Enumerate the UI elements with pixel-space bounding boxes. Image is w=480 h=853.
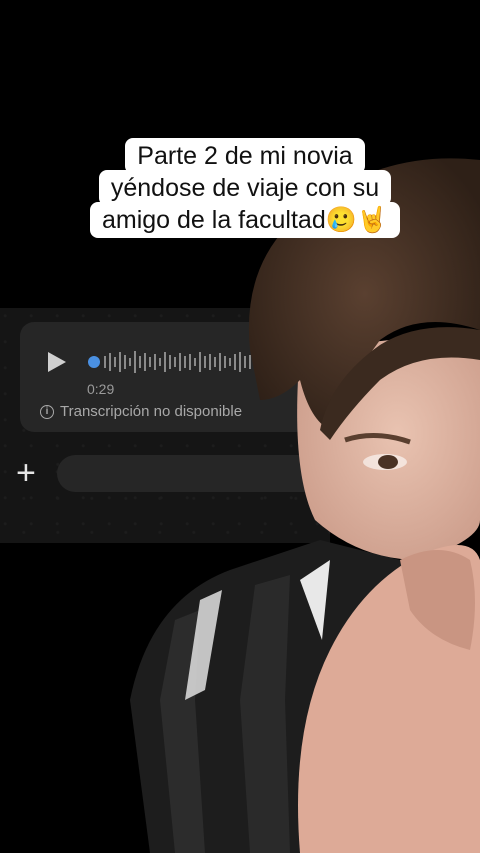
- video-caption: Parte 2 de mi novia yéndose de viaje con…: [60, 138, 430, 238]
- video-frame: 0:29 i Transcripción no disponible + Par…: [0, 0, 480, 853]
- caption-line-2: yéndose de viaje con su: [98, 170, 392, 206]
- person-image: [130, 158, 480, 853]
- caption-line-1: Parte 2 de mi novia: [125, 138, 365, 174]
- caption-line-3: amigo de la facultad🥲🤘: [89, 202, 400, 238]
